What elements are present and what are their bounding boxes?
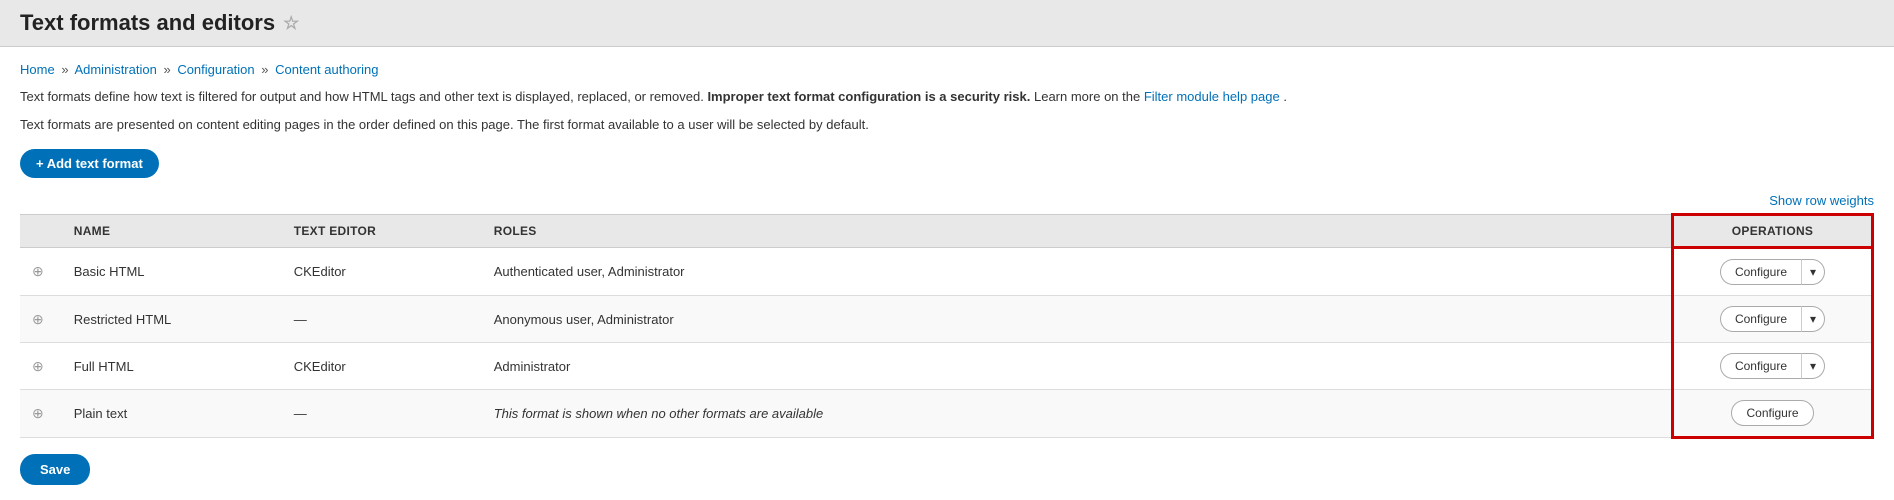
- ops-cell-4: Configure: [1673, 390, 1873, 438]
- editor-cell-1: CKEditor: [282, 248, 482, 296]
- configure-wrap-3: Configure ▾: [1686, 353, 1859, 379]
- name-cell-2: Restricted HTML: [62, 296, 282, 343]
- table-row: ⊕ Restricted HTML — Anonymous user, Admi…: [20, 296, 1873, 343]
- show-row-weights-link[interactable]: Show row weights: [1769, 193, 1874, 208]
- col-operations: OPERATIONS: [1673, 215, 1873, 248]
- drag-cell-3: ⊕: [20, 343, 62, 390]
- page-content: Home » Administration » Configuration » …: [0, 47, 1894, 500]
- name-cell-3: Full HTML: [62, 343, 282, 390]
- col-name: NAME: [62, 215, 282, 248]
- breadcrumb: Home » Administration » Configuration » …: [20, 62, 1874, 77]
- add-text-format-button[interactable]: + Add text format: [20, 149, 159, 178]
- breadcrumb-administration[interactable]: Administration: [74, 62, 156, 77]
- ops-cell-2: Configure ▾: [1673, 296, 1873, 343]
- row-name-1: Basic HTML: [74, 264, 145, 279]
- row-editor-4: —: [294, 406, 307, 421]
- configure-button-4[interactable]: Configure: [1731, 400, 1813, 426]
- drag-cell-1: ⊕: [20, 248, 62, 296]
- drag-handle-1[interactable]: ⊕: [32, 263, 44, 279]
- configure-button-3[interactable]: Configure: [1720, 353, 1801, 379]
- drag-handle-2[interactable]: ⊕: [32, 311, 44, 327]
- desc1-pre: Text formats define how text is filtered…: [20, 89, 704, 104]
- col-editor: TEXT EDITOR: [282, 215, 482, 248]
- col-drag: [20, 215, 62, 248]
- row-roles-2: Anonymous user, Administrator: [494, 312, 674, 327]
- configure-button-1[interactable]: Configure: [1720, 259, 1801, 285]
- page-header: Text formats and editors ☆: [0, 0, 1894, 47]
- breadcrumb-content-authoring[interactable]: Content authoring: [275, 62, 378, 77]
- row-roles-4: This format is shown when no other forma…: [494, 406, 824, 421]
- row-editor-3: CKEditor: [294, 359, 346, 374]
- desc1-bold: Improper text format configuration is a …: [707, 89, 1030, 104]
- row-roles-3: Administrator: [494, 359, 571, 374]
- editor-cell-3: CKEditor: [282, 343, 482, 390]
- drag-cell-4: ⊕: [20, 390, 62, 438]
- col-roles: ROLES: [482, 215, 1673, 248]
- roles-cell-3: Administrator: [482, 343, 1673, 390]
- roles-cell-4: This format is shown when no other forma…: [482, 390, 1673, 438]
- editor-cell-4: —: [282, 390, 482, 438]
- row-editor-2: —: [294, 312, 307, 327]
- row-name-3: Full HTML: [74, 359, 134, 374]
- row-name-4: Plain text: [74, 406, 127, 421]
- table-row: ⊕ Plain text — This format is shown when…: [20, 390, 1873, 438]
- table-row: ⊕ Full HTML CKEditor Administrator Confi…: [20, 343, 1873, 390]
- star-icon[interactable]: ☆: [283, 13, 299, 34]
- roles-cell-1: Authenticated user, Administrator: [482, 248, 1673, 296]
- name-cell-4: Plain text: [62, 390, 282, 438]
- row-name-2: Restricted HTML: [74, 312, 172, 327]
- ops-cell-3: Configure ▾: [1673, 343, 1873, 390]
- formats-table: NAME TEXT EDITOR ROLES OPERATIONS ⊕ Basi…: [20, 213, 1874, 439]
- breadcrumb-home[interactable]: Home: [20, 62, 55, 77]
- save-button[interactable]: Save: [20, 454, 90, 485]
- configure-dropdown-2[interactable]: ▾: [1801, 306, 1825, 332]
- editor-cell-2: —: [282, 296, 482, 343]
- configure-wrap-2: Configure ▾: [1686, 306, 1859, 332]
- drag-handle-3[interactable]: ⊕: [32, 358, 44, 374]
- name-cell-1: Basic HTML: [62, 248, 282, 296]
- title-text: Text formats and editors: [20, 10, 275, 36]
- page-title: Text formats and editors ☆: [20, 10, 1874, 36]
- description-2: Text formats are presented on content ed…: [20, 115, 1874, 135]
- table-header-row: NAME TEXT EDITOR ROLES OPERATIONS: [20, 215, 1873, 248]
- configure-button-2[interactable]: Configure: [1720, 306, 1801, 332]
- configure-dropdown-3[interactable]: ▾: [1801, 353, 1825, 379]
- desc1-post: .: [1283, 89, 1287, 104]
- description-1: Text formats define how text is filtered…: [20, 87, 1874, 107]
- desc1-post-pre: Learn more on the: [1034, 89, 1144, 104]
- filter-module-link[interactable]: Filter module help page: [1144, 89, 1280, 104]
- table-row: ⊕ Basic HTML CKEditor Authenticated user…: [20, 248, 1873, 296]
- row-editor-1: CKEditor: [294, 264, 346, 279]
- show-row-weights-container: Show row weights: [20, 193, 1874, 208]
- drag-cell-2: ⊕: [20, 296, 62, 343]
- drag-handle-4[interactable]: ⊕: [32, 405, 44, 421]
- breadcrumb-configuration[interactable]: Configuration: [177, 62, 254, 77]
- row-roles-1: Authenticated user, Administrator: [494, 264, 685, 279]
- configure-dropdown-1[interactable]: ▾: [1801, 259, 1825, 285]
- configure-wrap-1: Configure ▾: [1686, 259, 1859, 285]
- ops-cell-1: Configure ▾: [1673, 248, 1873, 296]
- roles-cell-2: Anonymous user, Administrator: [482, 296, 1673, 343]
